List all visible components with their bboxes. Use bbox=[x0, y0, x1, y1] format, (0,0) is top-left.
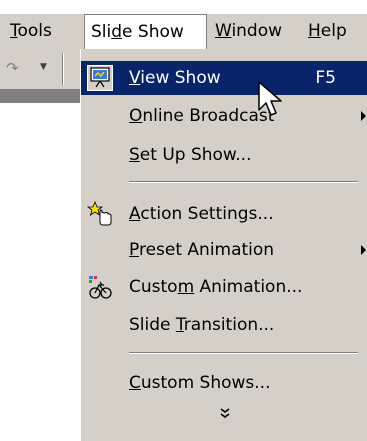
menu-item-preset-animation[interactable]: Preset Animation bbox=[81, 233, 367, 267]
menu-item-custom-shows[interactable]: Custom Shows... bbox=[81, 366, 367, 400]
mouse-cursor-icon bbox=[258, 81, 282, 116]
menu-item-online-broadcast[interactable]: Online Broadcast bbox=[81, 99, 367, 133]
menu-item-set-up-show[interactable]: Set Up Show... bbox=[81, 138, 367, 172]
redo-dropdown-icon[interactable]: ▼ bbox=[40, 62, 47, 72]
submenu-arrow-icon bbox=[361, 111, 366, 121]
submenu-arrow-icon bbox=[361, 245, 366, 255]
action-settings-icon bbox=[86, 200, 113, 227]
menu-separator bbox=[129, 352, 358, 354]
menu-help[interactable]: Help bbox=[302, 14, 353, 49]
pane-header bbox=[0, 89, 80, 103]
custom-animation-icon bbox=[87, 274, 113, 300]
toolbar: ↷ ▼ bbox=[0, 49, 80, 89]
shortcut-label: F5 bbox=[315, 68, 336, 88]
menu-tools[interactable]: Tools bbox=[4, 14, 58, 49]
document-area bbox=[0, 103, 80, 441]
menu-item-action-settings[interactable]: Action Settings... bbox=[81, 197, 367, 231]
view-show-icon bbox=[87, 65, 113, 91]
toolbar-separator bbox=[62, 53, 64, 85]
expand-menu-chevron-icon[interactable] bbox=[81, 401, 367, 431]
menu-item-slide-transition[interactable]: Slide Transition... bbox=[81, 308, 367, 342]
menu-slide-show[interactable]: Slide Show bbox=[84, 14, 207, 49]
redo-icon[interactable]: ↷ bbox=[6, 59, 19, 77]
menu-window[interactable]: Window bbox=[209, 14, 288, 49]
slide-show-menu: View Show F5 Online Broadcast Set Up Sho… bbox=[80, 49, 367, 441]
menu-bar: Tools Slide Show Window Help bbox=[0, 14, 367, 49]
menu-item-view-show[interactable]: View Show F5 bbox=[81, 61, 367, 95]
menu-separator bbox=[129, 181, 358, 183]
menu-item-custom-animation[interactable]: Custom Animation... bbox=[81, 270, 367, 304]
double-chevron-icon bbox=[220, 408, 229, 418]
